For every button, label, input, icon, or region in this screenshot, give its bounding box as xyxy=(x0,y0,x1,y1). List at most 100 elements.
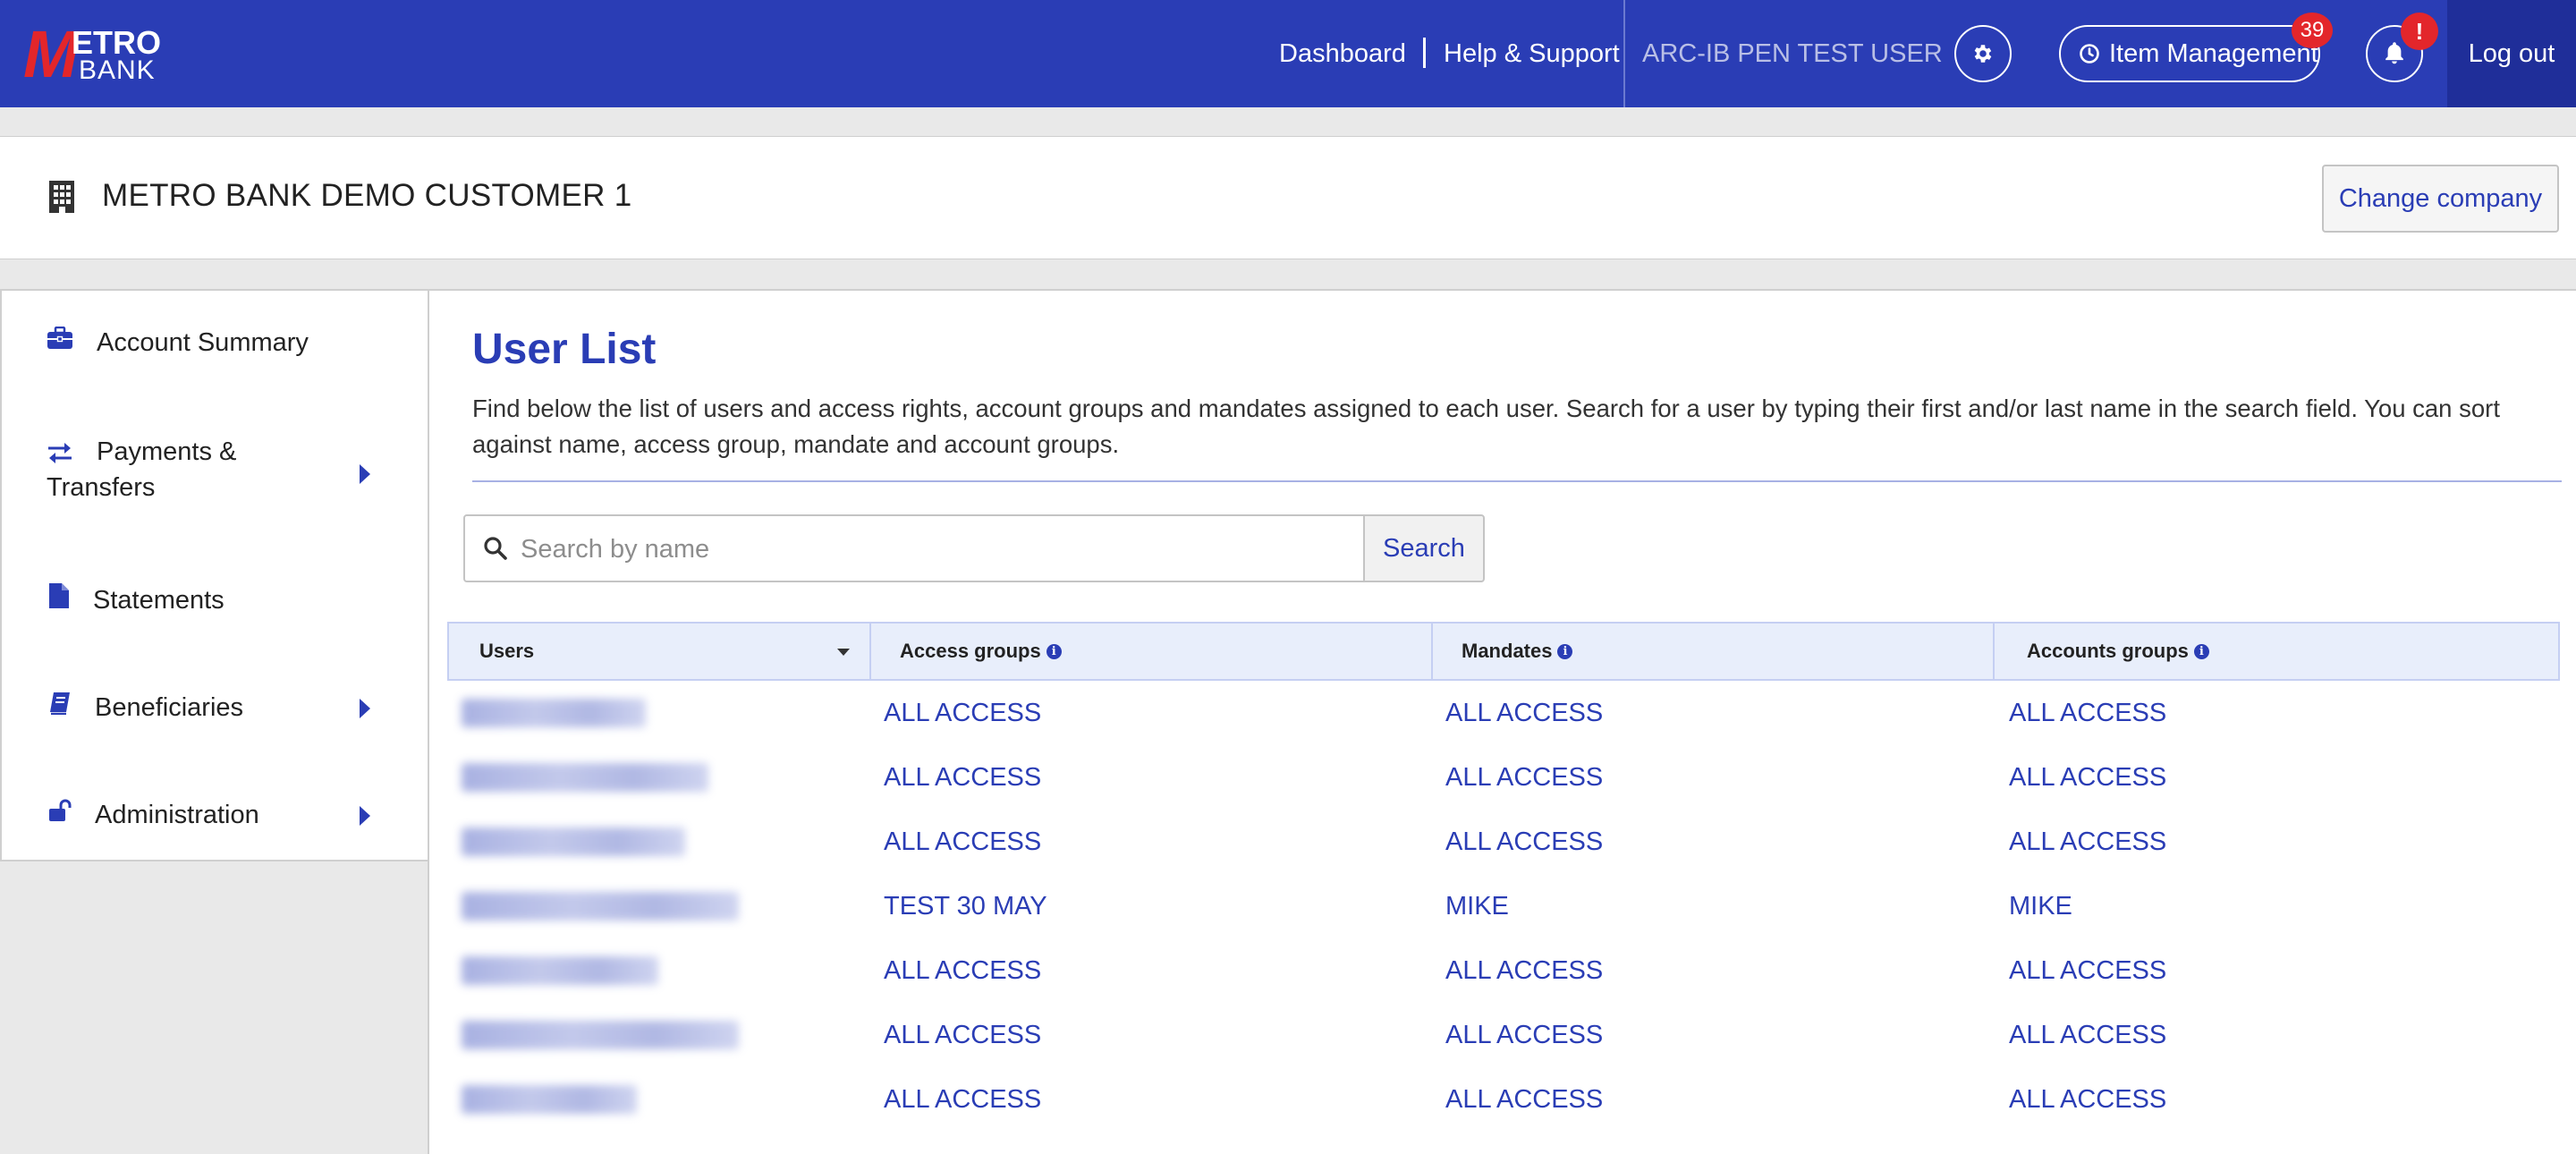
column-header-label: Accounts groups xyxy=(2027,640,2189,662)
accounts-group-link[interactable]: ALL ACCESS xyxy=(2009,824,2166,860)
accounts-group-link[interactable]: ALL ACCESS xyxy=(2009,953,2166,989)
search-button[interactable]: Search xyxy=(1363,514,1485,582)
sidebar-item-label: Account Summary xyxy=(97,328,309,357)
access-group-link[interactable]: ALL ACCESS xyxy=(884,1017,1041,1053)
user-list-table: Users Access groups i Mandates i Account… xyxy=(447,622,2560,1132)
logout-button[interactable]: Log out xyxy=(2447,0,2576,107)
nav-dashboard-link[interactable]: Dashboard xyxy=(1279,36,1406,72)
sidebar-item-administration[interactable]: Administration xyxy=(2,790,428,844)
info-icon[interactable]: i xyxy=(1046,643,1062,659)
accounts-group-link[interactable]: MIKE xyxy=(2009,888,2072,924)
company-header: METRO BANK DEMO CUSTOMER 1 Change compan… xyxy=(0,136,2576,259)
bell-icon xyxy=(2385,42,2403,64)
item-management-count-badge: 39 xyxy=(2292,13,2333,48)
column-header-users[interactable]: Users xyxy=(479,624,864,679)
table-row: ALL ACCESS ALL ACCESS ALL ACCESS xyxy=(447,1003,2560,1067)
nav-help-support-link[interactable]: Help & Support xyxy=(1444,36,1620,72)
sidebar-item-account-summary[interactable]: Account Summary xyxy=(2,316,428,369)
table-row: ALL ACCESS ALL ACCESS ALL ACCESS xyxy=(447,681,2560,745)
page-description: Find below the list of users and access … xyxy=(472,395,2500,458)
user-name-redacted[interactable] xyxy=(462,827,685,856)
access-group-link[interactable]: ALL ACCESS xyxy=(884,1082,1041,1117)
column-separator xyxy=(869,624,871,679)
nav-separator xyxy=(1423,38,1426,68)
sort-caret-icon xyxy=(837,649,850,656)
column-separator xyxy=(1431,624,1433,679)
logged-in-user-name: ARC-IB PEN TEST USER xyxy=(1642,39,1943,68)
document-icon xyxy=(49,583,69,608)
clock-icon xyxy=(2080,44,2099,64)
divider xyxy=(472,480,2562,482)
sidebar-item-label: Statements xyxy=(93,586,225,615)
access-group-link[interactable]: TEST 30 MAY xyxy=(884,888,1047,924)
company-name: METRO BANK DEMO CUSTOMER 1 xyxy=(102,178,632,213)
access-group-link[interactable]: ALL ACCESS xyxy=(884,824,1041,860)
page-title: User List xyxy=(472,326,657,373)
info-icon[interactable]: i xyxy=(1557,643,1573,659)
item-management-button[interactable]: Item Management xyxy=(2059,25,2320,82)
mandate-link[interactable]: ALL ACCESS xyxy=(1445,695,1603,731)
user-name-redacted[interactable] xyxy=(462,1085,637,1114)
sidebar-item-statements[interactable]: Statements xyxy=(2,575,428,629)
user-name-redacted[interactable] xyxy=(462,892,739,921)
chevron-right-icon xyxy=(360,806,370,826)
accounts-group-link[interactable]: ALL ACCESS xyxy=(2009,759,2166,795)
access-group-link[interactable]: ALL ACCESS xyxy=(884,953,1041,989)
address-book-icon xyxy=(50,692,70,715)
mandate-link[interactable]: ALL ACCESS xyxy=(1445,953,1603,989)
access-group-link[interactable]: ALL ACCESS xyxy=(884,759,1041,795)
column-header-mandates[interactable]: Mandates i xyxy=(1462,624,1573,679)
sidebar-menu: Account Summary Payments & Transfers Sta… xyxy=(0,289,429,861)
accounts-group-link[interactable]: ALL ACCESS xyxy=(2009,695,2166,731)
table-row: TEST 30 MAY MIKE MIKE xyxy=(447,874,2560,938)
search-field xyxy=(463,514,1365,582)
accounts-group-link[interactable]: ALL ACCESS xyxy=(2009,1017,2166,1053)
column-header-label: Users xyxy=(479,640,535,662)
column-separator xyxy=(1993,624,1995,679)
chevron-right-icon xyxy=(360,699,370,718)
column-header-label: Access groups xyxy=(900,640,1041,662)
access-group-link[interactable]: ALL ACCESS xyxy=(884,695,1041,731)
mandate-link[interactable]: ALL ACCESS xyxy=(1445,824,1603,860)
settings-button[interactable] xyxy=(1954,25,2012,82)
column-header-accounts-groups[interactable]: Accounts groups i xyxy=(2027,624,2209,679)
user-name-redacted[interactable] xyxy=(462,1021,739,1049)
notifications-alert-badge: ! xyxy=(2401,13,2438,50)
gear-icon xyxy=(1974,45,1992,63)
search-input[interactable] xyxy=(521,529,1343,570)
user-search: Search xyxy=(463,514,1485,582)
building-icon xyxy=(49,181,74,213)
top-navigation-bar: M ETRO BANK Dashboard Help & Support ARC… xyxy=(0,0,2576,107)
user-name-redacted[interactable] xyxy=(462,699,646,727)
table-row: ALL ACCESS ALL ACCESS ALL ACCESS xyxy=(447,1067,2560,1132)
logo-etro: ETRO xyxy=(72,24,162,61)
mandate-link[interactable]: MIKE xyxy=(1445,888,1509,924)
mandate-link[interactable]: ALL ACCESS xyxy=(1445,759,1603,795)
table-row: ALL ACCESS ALL ACCESS ALL ACCESS xyxy=(447,938,2560,1003)
change-company-button[interactable]: Change company xyxy=(2322,165,2559,233)
sidebar-item-label: Administration xyxy=(95,801,259,829)
logo-bank: BANK xyxy=(79,55,156,85)
column-header-access-groups[interactable]: Access groups i xyxy=(900,624,1062,679)
sidebar-item-beneficiaries[interactable]: Beneficiaries xyxy=(2,683,428,736)
logo-m: M xyxy=(23,17,79,91)
sidebar-item-payments-transfers[interactable]: Payments & Transfers xyxy=(2,434,428,532)
table-row: ALL ACCESS ALL ACCESS ALL ACCESS xyxy=(447,745,2560,810)
main-content: User List Find below the list of users a… xyxy=(428,289,2576,1154)
info-icon[interactable]: i xyxy=(2193,643,2209,659)
column-header-label: Mandates xyxy=(1462,640,1553,662)
table-row: ALL ACCESS ALL ACCESS ALL ACCESS xyxy=(447,810,2560,874)
unlock-icon xyxy=(49,799,72,821)
metro-bank-logo[interactable]: M ETRO BANK xyxy=(23,21,166,88)
sidebar-item-label: Payments & Transfers xyxy=(47,437,237,502)
sidebar-item-label: Beneficiaries xyxy=(95,693,244,722)
mandate-link[interactable]: ALL ACCESS xyxy=(1445,1017,1603,1053)
table-header: Users Access groups i Mandates i Account… xyxy=(447,622,2560,681)
chevron-right-icon xyxy=(360,464,370,484)
mandate-link[interactable]: ALL ACCESS xyxy=(1445,1082,1603,1117)
search-icon xyxy=(484,537,507,560)
user-name-redacted[interactable] xyxy=(462,956,658,985)
user-name-redacted[interactable] xyxy=(462,763,708,792)
accounts-group-link[interactable]: ALL ACCESS xyxy=(2009,1082,2166,1117)
briefcase-icon xyxy=(47,327,72,349)
